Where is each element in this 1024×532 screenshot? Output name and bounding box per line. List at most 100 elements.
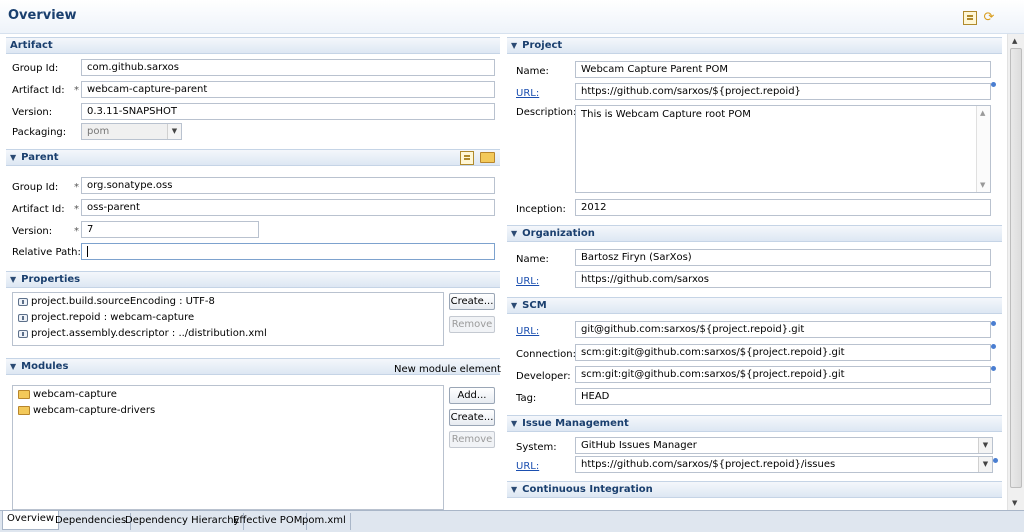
project-url-link[interactable]: URL: — [516, 88, 539, 99]
parent-relative-path-field[interactable] — [81, 243, 495, 260]
project-name-label: Name: — [516, 66, 549, 77]
issue-url-combo[interactable]: https://github.com/sarxos/${project.repo… — [575, 456, 993, 473]
properties-section-header[interactable]: ▼ Properties — [6, 271, 500, 288]
modules-list[interactable]: webcam-capture webcam-capture-drivers — [12, 385, 444, 510]
collapse-icon[interactable]: ▼ — [511, 41, 517, 50]
parent-artifact-id-label: Artifact Id: — [12, 204, 65, 215]
collapse-icon[interactable]: ▼ — [511, 485, 517, 494]
project-url-field[interactable]: https://github.com/sarxos/${project.repo… — [575, 83, 991, 100]
modules-section-title: Modules — [21, 361, 69, 372]
chevron-down-icon[interactable]: ▼ — [978, 438, 992, 453]
editor-scrollbar[interactable]: ▲ ▼ — [1007, 34, 1024, 510]
scm-url-link[interactable]: URL: — [516, 326, 539, 337]
scroll-down-icon[interactable]: ▼ — [980, 181, 985, 189]
project-inception-field[interactable]: 2012 — [575, 199, 991, 216]
list-item[interactable]: project.assembly.descriptor : ../distrib… — [18, 328, 267, 339]
collapse-icon[interactable]: ▼ — [10, 153, 16, 162]
organization-section-header[interactable]: ▼ Organization — [507, 225, 1002, 242]
text-caret — [87, 246, 88, 257]
scroll-up-icon[interactable]: ▲ — [980, 109, 985, 117]
artifact-section-header: Artifact — [6, 37, 500, 54]
issue-system-value: GitHub Issues Manager — [581, 440, 697, 451]
properties-create-button[interactable]: Create... — [449, 293, 495, 310]
parent-artifact-id-field[interactable]: oss-parent — [81, 199, 495, 216]
tab-dependencies[interactable]: Dependencies — [51, 513, 132, 530]
tab-pom-xml[interactable]: pom.xml — [298, 513, 351, 530]
artifact-artifact-id-label: Artifact Id: — [12, 85, 65, 96]
artifact-version-field[interactable]: 0.3.11-SNAPSHOT — [81, 103, 495, 120]
scm-developer-field[interactable]: scm:git:git@github.com:sarxos/${project.… — [575, 366, 991, 383]
scrollbar-thumb[interactable] — [1010, 48, 1022, 488]
artifact-artifact-id-field[interactable]: webcam-capture-parent — [81, 81, 495, 98]
organization-url-field[interactable]: https://github.com/sarxos — [575, 271, 991, 288]
issue-management-section-header[interactable]: ▼ Issue Management — [507, 415, 1002, 432]
info-icon — [993, 458, 998, 463]
collapse-icon[interactable]: ▼ — [511, 419, 517, 428]
scroll-up-icon[interactable]: ▲ — [1012, 37, 1017, 45]
parent-relative-path-label: Relative Path: — [12, 247, 81, 258]
packaging-select[interactable]: pom ▼ — [81, 123, 182, 140]
parent-section-title: Parent — [21, 152, 59, 163]
required-marker: * — [74, 226, 79, 237]
organization-section-title: Organization — [522, 228, 595, 239]
modules-section-header[interactable]: ▼ Modules New module element — [6, 358, 501, 375]
tab-dependency-hierarchy[interactable]: Dependency Hierarchy — [121, 513, 245, 530]
issue-system-combo[interactable]: GitHub Issues Manager ▼ — [575, 437, 993, 454]
project-description-label: Description: — [516, 107, 577, 118]
properties-section-title: Properties — [21, 274, 81, 285]
list-item[interactable]: webcam-capture-drivers — [18, 405, 155, 416]
properties-remove-button[interactable]: Remove — [449, 316, 495, 333]
open-parent-pom-icon[interactable] — [460, 151, 474, 165]
header-toolbar: ⟳ — [963, 11, 996, 25]
open-pom-icon[interactable] — [963, 11, 977, 25]
organization-name-field[interactable]: Bartosz Firyn (SarXos) — [575, 249, 991, 266]
issue-url-link[interactable]: URL: — [516, 461, 539, 472]
scm-section-title: SCM — [522, 300, 547, 311]
tab-effective-pom[interactable]: Effective POM — [229, 513, 308, 530]
project-description-text: This is Webcam Capture root POM — [581, 109, 751, 120]
artifact-group-id-field[interactable]: com.github.sarxos — [81, 59, 495, 76]
scm-developer-label: Developer: — [516, 371, 571, 382]
ci-section-header[interactable]: ▼ Continuous Integration — [507, 481, 1002, 498]
folder-icon — [18, 406, 30, 415]
description-scrollbar[interactable]: ▲ ▼ — [976, 106, 990, 192]
scroll-down-icon[interactable]: ▼ — [1012, 499, 1017, 507]
parent-group-id-field[interactable]: org.sonatype.oss — [81, 177, 495, 194]
collapse-icon[interactable]: ▼ — [511, 301, 517, 310]
list-item[interactable]: project.repoid : webcam-capture — [18, 312, 194, 323]
modules-create-button[interactable]: Create... — [449, 409, 495, 426]
scm-tag-field[interactable]: HEAD — [575, 388, 991, 405]
select-parent-folder-icon[interactable] — [480, 152, 495, 163]
collapse-icon[interactable]: ▼ — [10, 275, 16, 284]
scm-url-field[interactable]: git@github.com:sarxos/${project.repoid}.… — [575, 321, 991, 338]
modules-add-button[interactable]: Add... — [449, 387, 495, 404]
list-item[interactable]: webcam-capture — [18, 389, 117, 400]
parent-section-header[interactable]: ▼ Parent — [6, 149, 500, 166]
ci-section-title: Continuous Integration — [522, 484, 653, 495]
artifact-section-title: Artifact — [10, 40, 53, 51]
required-marker: * — [74, 182, 79, 193]
refresh-icon[interactable]: ⟳ — [982, 11, 996, 25]
project-description-textarea[interactable]: This is Webcam Capture root POM ▲ ▼ — [575, 105, 991, 193]
modules-remove-button[interactable]: Remove — [449, 431, 495, 448]
info-icon — [991, 321, 996, 326]
required-marker: * — [74, 85, 79, 96]
editor-tabs: Overview Dependencies Dependency Hierarc… — [0, 510, 1024, 532]
project-section-header[interactable]: ▼ Project — [507, 37, 1002, 54]
properties-list[interactable]: project.build.sourceEncoding : UTF-8 pro… — [12, 292, 444, 346]
list-item[interactable]: project.build.sourceEncoding : UTF-8 — [18, 296, 215, 307]
packaging-value: pom — [87, 126, 110, 137]
scm-connection-field[interactable]: scm:git:git@github.com:sarxos/${project.… — [575, 344, 991, 361]
scm-tag-label: Tag: — [516, 393, 537, 404]
project-inception-label: Inception: — [516, 204, 566, 215]
chevron-down-icon[interactable]: ▼ — [978, 457, 992, 472]
collapse-icon[interactable]: ▼ — [511, 229, 517, 238]
organization-url-link[interactable]: URL: — [516, 276, 539, 287]
scm-section-header[interactable]: ▼ SCM — [507, 297, 1002, 314]
parent-version-field[interactable]: 7 — [81, 221, 259, 238]
collapse-icon[interactable]: ▼ — [10, 362, 16, 371]
editor-header: Overview ⟳ — [0, 0, 1024, 34]
property-icon — [18, 297, 28, 306]
new-module-element-label[interactable]: New module element — [394, 364, 501, 375]
project-name-field[interactable]: Webcam Capture Parent POM — [575, 61, 991, 78]
